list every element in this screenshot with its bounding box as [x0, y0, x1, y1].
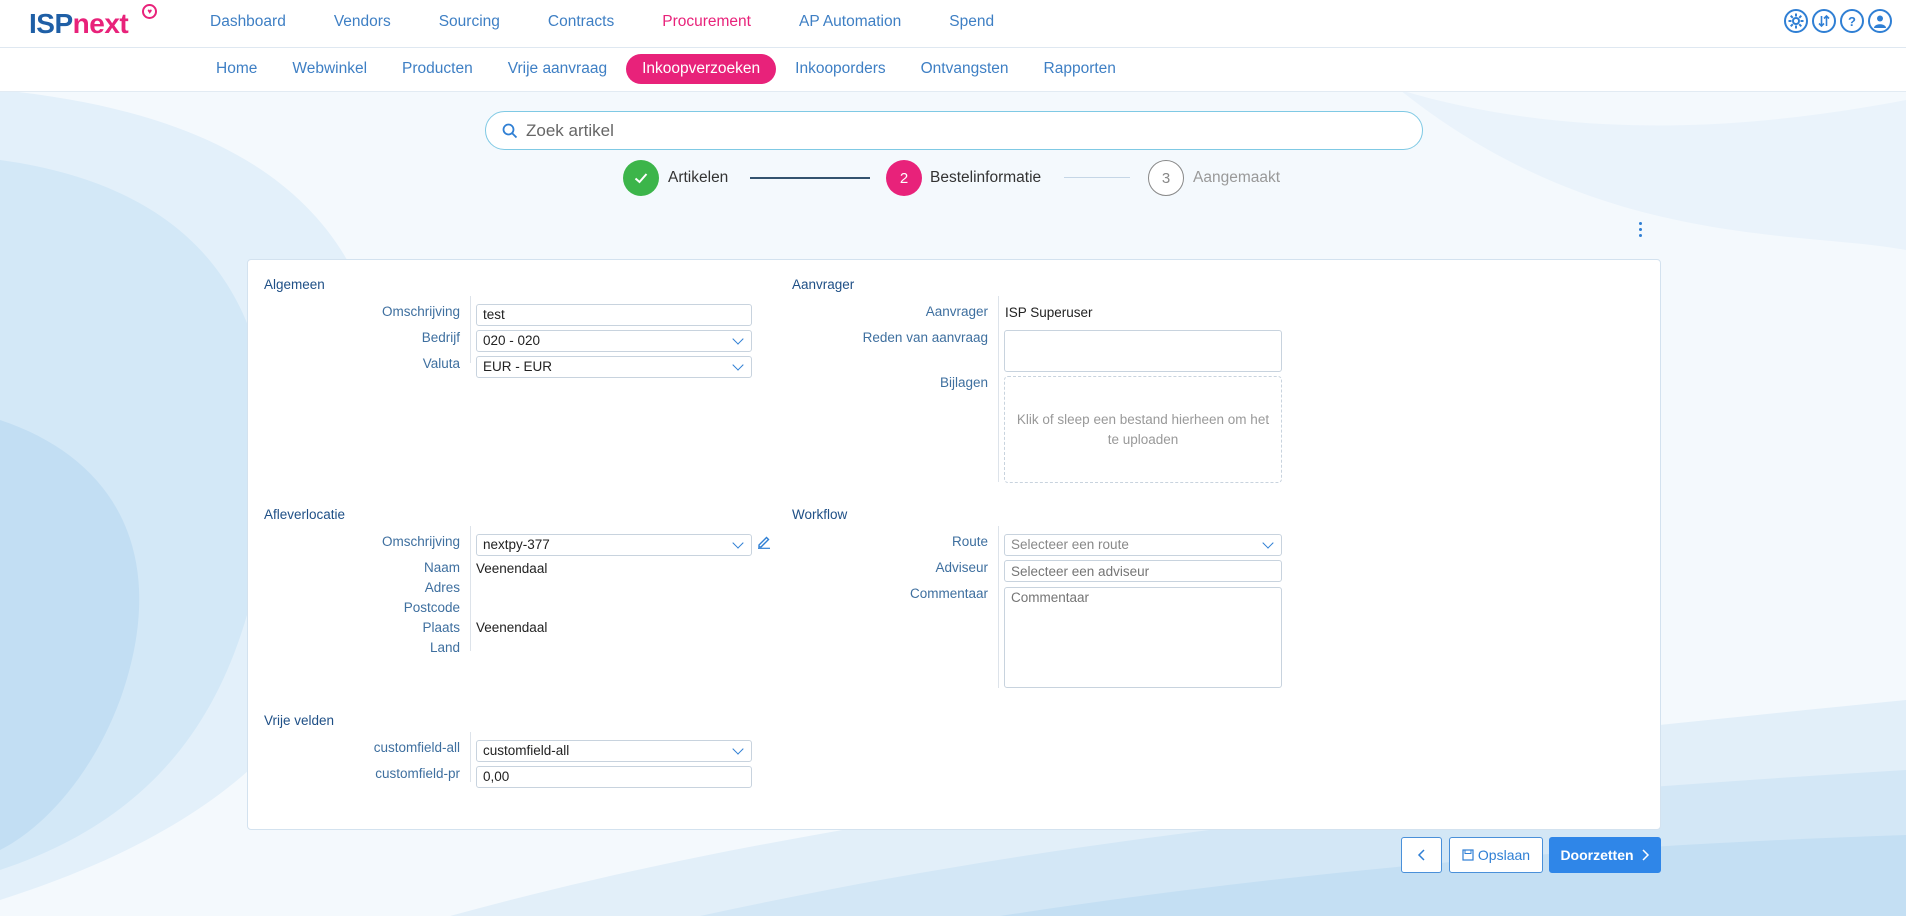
logo-next-text: next [72, 8, 129, 39]
more-options-icon[interactable] [1636, 220, 1644, 242]
section-title-workflow: Workflow [792, 507, 848, 522]
file-dropzone[interactable]: Klik of sleep een bestand hierheen om he… [1004, 376, 1282, 483]
divider [470, 296, 471, 363]
label-afleverlocatie-omschrijving: Omschrijving [381, 534, 460, 549]
label-land: Land [429, 640, 460, 655]
top-icons: ? [1780, 9, 1892, 33]
label-adviseur: Adviseur [935, 560, 988, 575]
sub-nav-vrije-aanvraag[interactable]: Vrije aanvraag [492, 54, 623, 84]
step-2-label: Bestelinformatie [930, 169, 1042, 186]
main-nav-contracts[interactable]: Contracts [548, 13, 614, 31]
step-3-label: Aangemaakt [1193, 169, 1281, 186]
main-nav-dashboard[interactable]: Dashboard [210, 13, 286, 31]
step-1-check-icon [623, 160, 659, 196]
section-title-vrije-velden: Vrije velden [264, 713, 335, 728]
logo-isp-text: ISP [29, 8, 73, 39]
sub-nav-rapporten[interactable]: Rapporten [1028, 54, 1132, 84]
logo-badge-icon: ♥ [142, 4, 157, 19]
adviseur-input[interactable] [1004, 560, 1282, 582]
aanvrager-value: ISP Superuser [1005, 305, 1093, 320]
label-valuta: Valuta [422, 356, 460, 371]
chevron-left-icon [1417, 849, 1425, 861]
request-form-panel: Algemeen Omschrijving test Bedrijf 020 -… [247, 259, 1661, 830]
main-nav-sourcing[interactable]: Sourcing [439, 13, 500, 31]
divider [998, 296, 999, 482]
sub-nav-producten[interactable]: Producten [386, 54, 489, 84]
chevron-right-icon [1642, 849, 1649, 861]
label-postcode: Postcode [403, 600, 460, 615]
section-title-afleverlocatie: Afleverlocatie [264, 507, 346, 522]
section-title-algemeen: Algemeen [264, 277, 325, 292]
sub-nav-inkoopverzoeken[interactable]: Inkoopverzoeken [626, 54, 777, 84]
step-2-number: 2 [886, 160, 922, 196]
main-nav: Dashboard Vendors Sourcing Contracts Pro… [210, 0, 1042, 44]
save-icon [1462, 849, 1474, 861]
label-commentaar: Commentaar [909, 586, 988, 601]
label-customfield-all: customfield-all [373, 740, 460, 755]
label-reden-van-aanvraag: Reden van aanvraag [862, 330, 988, 345]
omschrijving-field[interactable]: test [476, 304, 752, 326]
settings-icon[interactable] [1784, 9, 1808, 33]
label-bedrijf: Bedrijf [421, 330, 460, 345]
main-nav-vendors[interactable]: Vendors [334, 13, 391, 31]
reden-textarea[interactable] [1004, 330, 1282, 372]
user-icon[interactable] [1868, 9, 1892, 33]
sub-navbar: Home Webwinkel Producten Vrije aanvraag … [0, 48, 1906, 92]
main-nav-ap-automation[interactable]: AP Automation [799, 13, 901, 31]
divider [998, 526, 999, 688]
step-3-number: 3 [1148, 160, 1184, 196]
back-button[interactable] [1401, 837, 1442, 873]
step-connector [1064, 177, 1130, 178]
sub-nav-webwinkel[interactable]: Webwinkel [276, 54, 383, 84]
divider [470, 732, 471, 782]
sub-nav-inkooporders[interactable]: Inkooporders [779, 54, 901, 84]
commentaar-textarea[interactable] [1004, 587, 1282, 688]
search-icon [502, 123, 518, 138]
label-aanvrager: Aanvrager [925, 304, 988, 319]
plaats-value: Veenendaal [476, 620, 548, 635]
main-nav-procurement[interactable]: Procurement [662, 13, 751, 31]
afleverlocatie-select[interactable]: nextpy-377 [476, 534, 752, 556]
save-button[interactable]: Opslaan [1449, 837, 1543, 873]
edit-icon[interactable] [757, 535, 771, 549]
app-logo[interactable]: ISP next ♥ [29, 4, 157, 44]
submit-button[interactable]: Doorzetten [1549, 837, 1661, 873]
label-route: Route [951, 534, 988, 549]
sub-nav: Home Webwinkel Producten Vrije aanvraag … [200, 54, 1135, 84]
section-title-aanvrager: Aanvrager [792, 277, 855, 292]
search-input[interactable] [526, 120, 1406, 141]
sub-nav-ontvangsten[interactable]: Ontvangsten [905, 54, 1025, 84]
customfield-pr-input[interactable]: 0,00 [476, 766, 752, 788]
route-select[interactable]: Selecteer een route [1004, 534, 1282, 556]
divider [470, 526, 471, 651]
bedrijf-select[interactable]: 020 - 020 [476, 330, 752, 352]
label-bijlagen: Bijlagen [939, 375, 988, 390]
main-nav-spend[interactable]: Spend [949, 13, 994, 31]
search-bar [485, 111, 1423, 150]
swap-icon[interactable] [1812, 9, 1836, 33]
save-label: Opslaan [1477, 847, 1531, 863]
label-omschrijving: Omschrijving [381, 304, 460, 319]
sub-nav-home[interactable]: Home [200, 54, 273, 84]
label-adres: Adres [424, 580, 460, 595]
label-customfield-pr: customfield-pr [375, 766, 460, 781]
step-1-label: Artikelen [668, 169, 729, 186]
step-connector [750, 177, 870, 179]
label-naam: Naam [423, 560, 460, 575]
top-navbar: ISP next ♥ Dashboard Vendors Sourcing Con… [0, 0, 1906, 48]
customfield-all-select[interactable]: customfield-all [476, 740, 752, 762]
help-icon[interactable]: ? [1840, 9, 1864, 33]
valuta-select[interactable]: EUR - EUR [476, 356, 752, 378]
naam-value: Veenendaal [476, 561, 548, 576]
label-plaats: Plaats [422, 620, 460, 635]
submit-label: Doorzetten [1560, 847, 1634, 863]
